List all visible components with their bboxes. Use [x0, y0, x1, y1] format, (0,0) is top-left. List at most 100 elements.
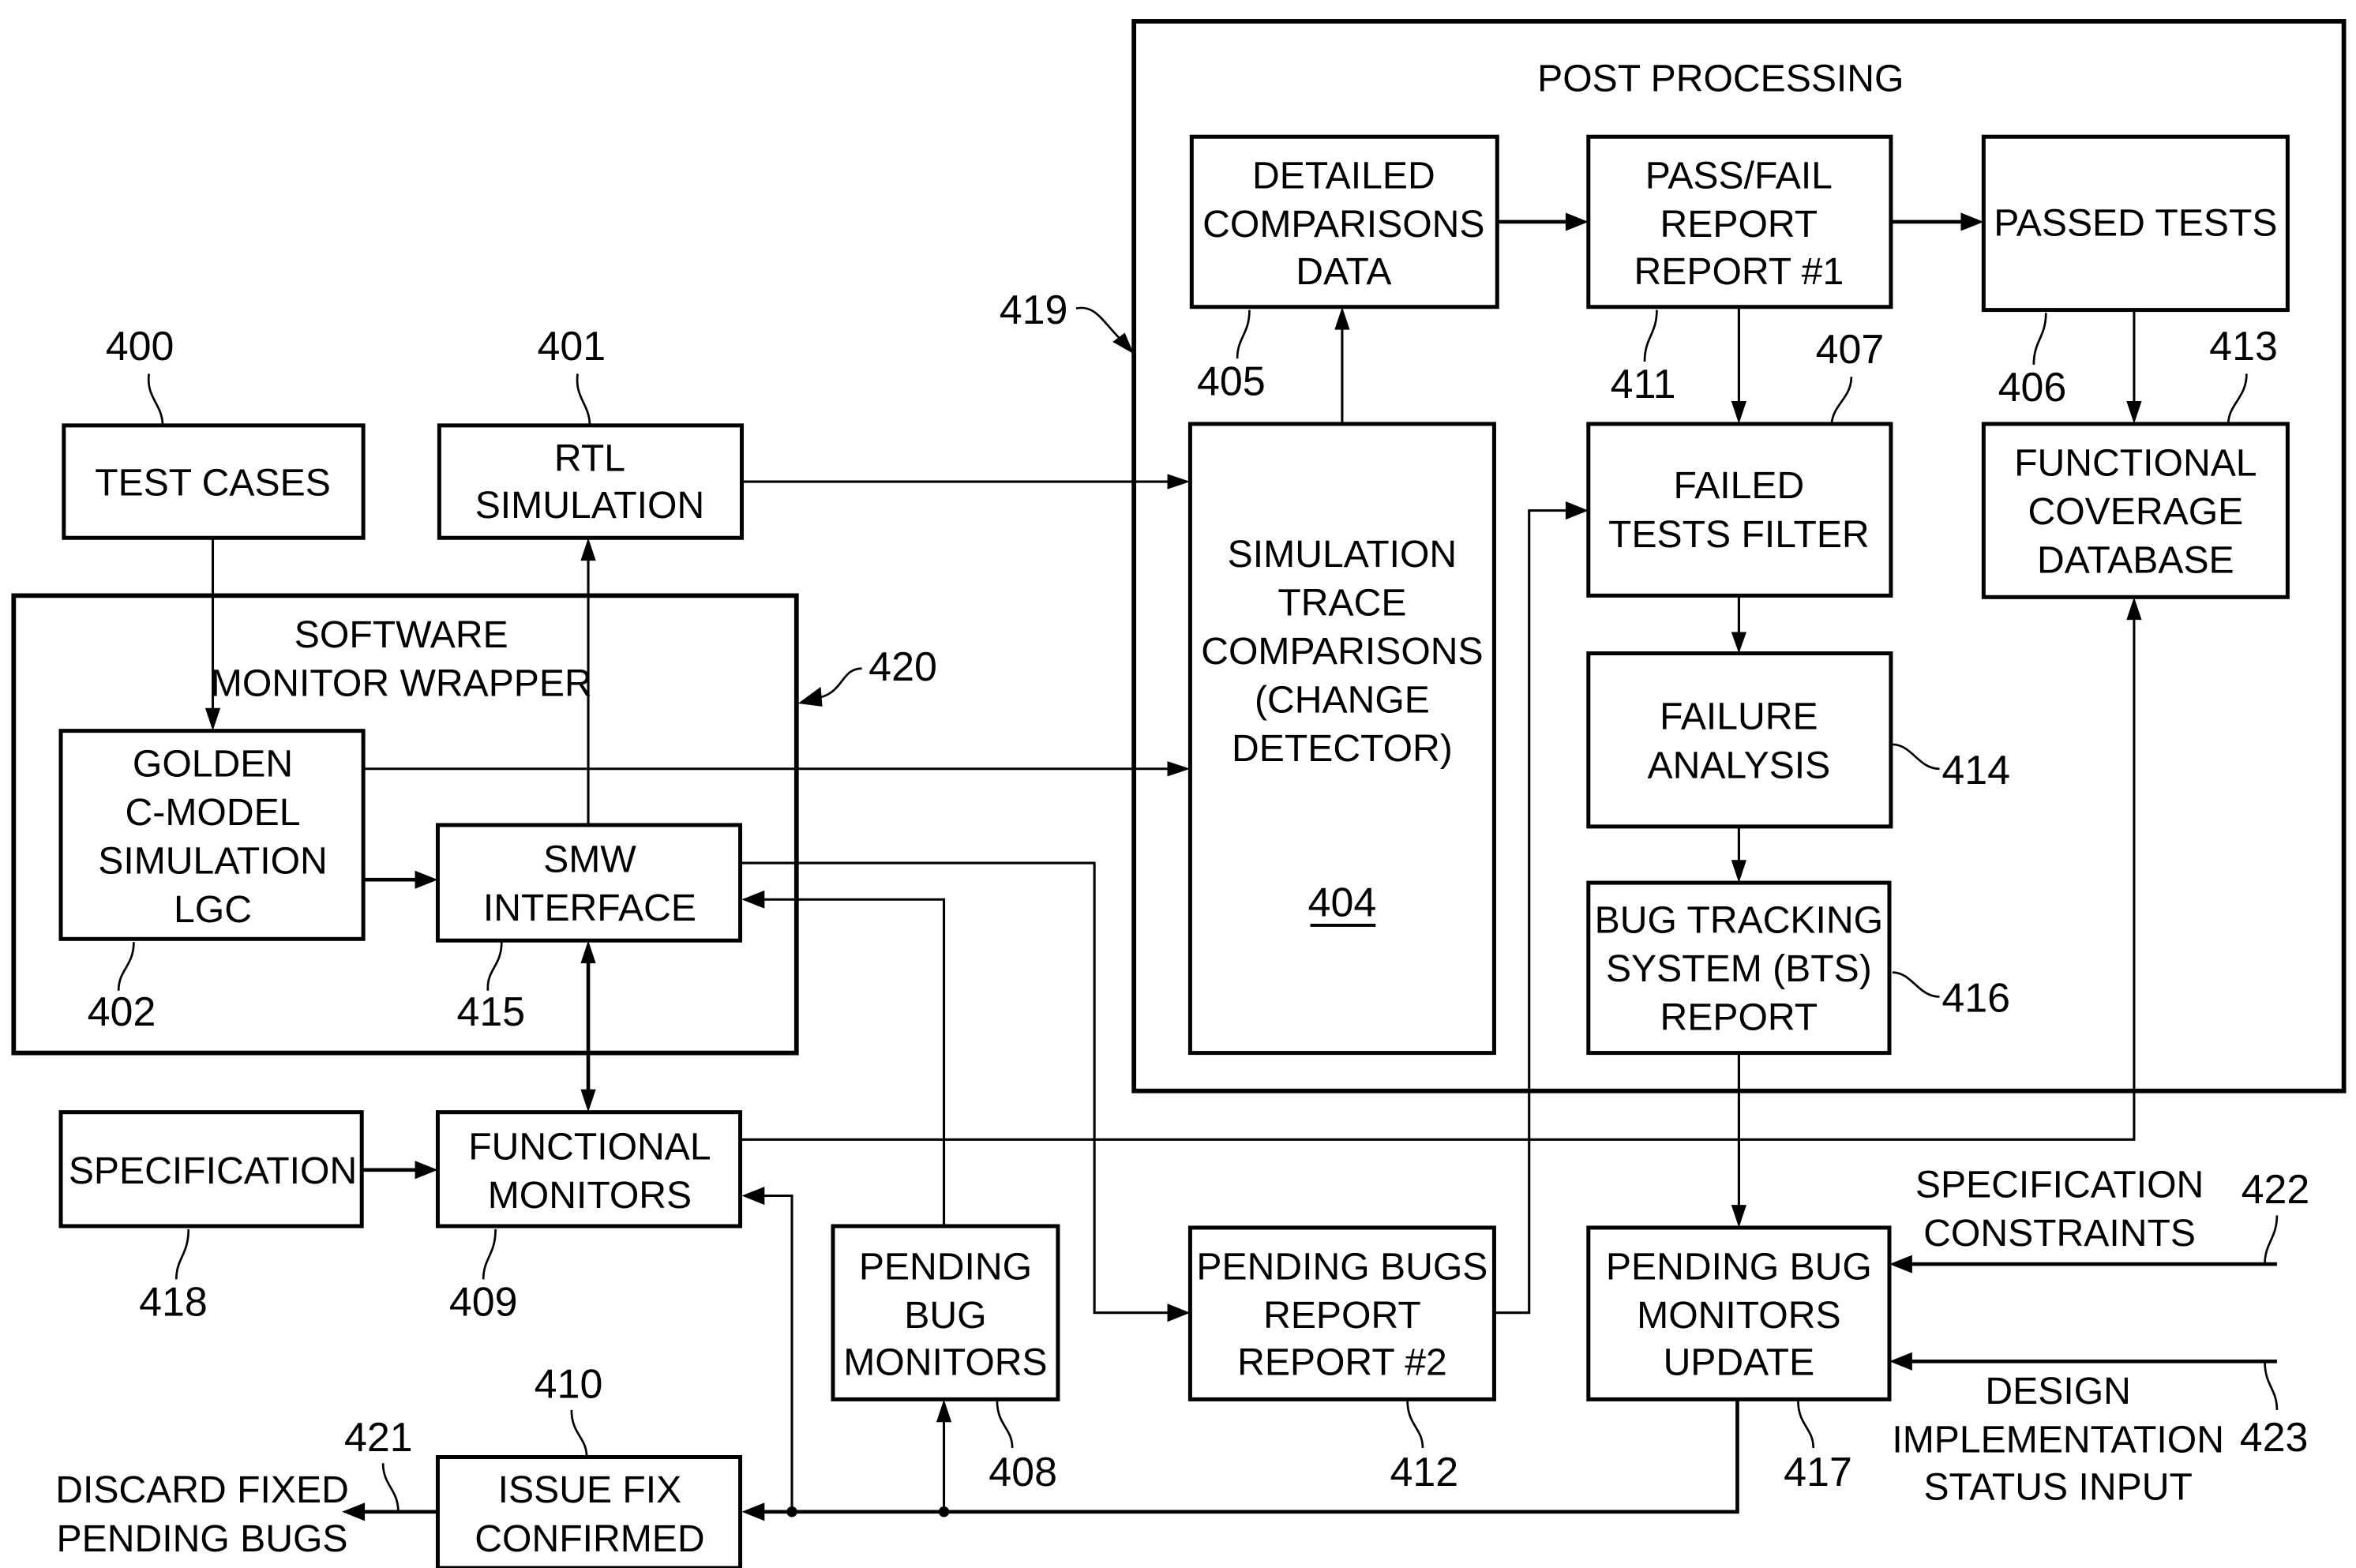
block-label: RTL — [554, 437, 625, 480]
block-pending-bug-monitors: PENDING BUG MONITORS 408 — [831, 1224, 1060, 1495]
block-label: COVERAGE — [2028, 490, 2243, 533]
arrowhead — [1731, 632, 1747, 654]
discard-label: DISCARD FIXED — [55, 1469, 349, 1511]
ref-400: 400 — [106, 324, 174, 369]
arrowhead — [415, 1161, 438, 1180]
block-issue-fix-confirmed: ISSUE FIX CONFIRMED 410 — [435, 1361, 743, 1568]
ref-leader — [570, 1409, 588, 1457]
ref-leader — [2264, 1215, 2279, 1265]
ref-402: 402 — [88, 989, 156, 1035]
design-status-label: IMPLEMENTATION — [1892, 1419, 2224, 1461]
ref-leader — [381, 1463, 400, 1512]
block-passed-tests: PASSED TESTS 406 413 — [1981, 134, 2290, 424]
ref-415: 415 — [456, 989, 525, 1035]
ref-414: 414 — [1941, 748, 2010, 793]
arrowhead — [1731, 1205, 1747, 1228]
external-design-status: DESIGN IMPLEMENTATION STATUS INPUT 423 — [1892, 1361, 2308, 1508]
ref-leader — [1236, 309, 1251, 359]
block-label: ISSUE FIX — [498, 1469, 682, 1511]
block-label: FUNCTIONAL — [468, 1125, 711, 1168]
block-label: ANALYSIS — [1647, 744, 1830, 786]
block-test-cases: TEST CASES 400 — [62, 324, 366, 540]
block-functional-coverage-db: FUNCTIONAL COVERAGE DATABASE — [1981, 422, 2290, 599]
arrowhead — [1731, 860, 1747, 883]
block-label: SIMULATION — [475, 484, 705, 527]
block-rtl-simulation: RTL SIMULATION 401 — [437, 324, 744, 540]
block-label: TESTS FILTER — [1608, 513, 1870, 556]
block-label: PENDING BUGS — [1196, 1245, 1488, 1288]
block-label: MONITORS — [488, 1174, 692, 1217]
ref-408: 408 — [989, 1450, 1057, 1495]
ref-416: 416 — [1941, 976, 2010, 1022]
external-discard: DISCARD FIXED PENDING BUGS 421 — [55, 1415, 412, 1560]
ref-leader — [174, 1229, 190, 1280]
ref-leader — [486, 942, 503, 991]
block-specification: SPECIFICATION 418 — [58, 1110, 364, 1326]
block-label: SIMULATION — [1228, 533, 1457, 576]
arrowhead — [1889, 1255, 1912, 1274]
ref-417: 417 — [1784, 1450, 1852, 1495]
block-label: FAILED — [1673, 464, 1804, 507]
ref-420: 420 — [868, 644, 937, 690]
arrowhead — [415, 870, 438, 889]
block-label: PENDING BUG — [1606, 1245, 1872, 1288]
block-label: CONFIRMED — [475, 1517, 704, 1560]
ref-404: 404 — [1308, 880, 1377, 925]
post-processing-title: POST PROCESSING — [1537, 57, 1904, 99]
arrowhead — [1731, 401, 1747, 424]
block-detailed-comparisons: DETAILED COMPARISONS DATA 405 — [1189, 134, 1499, 404]
arrowhead — [2126, 597, 2142, 621]
ref-420-arrowhead — [797, 686, 823, 707]
arrowhead — [741, 1186, 765, 1206]
ref-401: 401 — [538, 324, 606, 369]
arrowhead — [1565, 212, 1589, 231]
block-label: PASS/FAIL — [1645, 155, 1833, 197]
ref-410: 410 — [535, 1361, 603, 1407]
ref-leader — [576, 373, 591, 426]
block-label: BUG — [904, 1294, 986, 1337]
spec-constraints-label: SPECIFICATION — [1915, 1163, 2204, 1206]
block-label: FUNCTIONAL — [2014, 441, 2257, 484]
ref-leader — [1892, 971, 1940, 998]
block-label: COMPARISONS — [1201, 630, 1483, 673]
block-label: DETECTOR) — [1232, 727, 1453, 770]
block-failed-tests-filter: FAILED TESTS FILTER — [1586, 422, 1893, 598]
ref-412: 412 — [1390, 1450, 1459, 1495]
arrowhead — [741, 1502, 765, 1521]
block-label: MONITORS — [843, 1341, 1047, 1384]
smw-title-line2: MONITOR WRAPPER — [211, 662, 592, 704]
arrowhead — [1167, 474, 1191, 490]
block-label: DATA — [1296, 250, 1391, 293]
ref-leader — [2032, 313, 2047, 365]
ref-405: 405 — [1197, 358, 1266, 404]
block-simulation-trace: SIMULATION TRACE COMPARISONS (CHANGE DET… — [1187, 422, 1496, 1056]
block-label: PASSED TESTS — [1994, 201, 2277, 244]
block-label: TEST CASES — [95, 461, 331, 504]
ref-421: 421 — [344, 1415, 413, 1461]
arrowhead — [580, 1089, 596, 1112]
block-label: LGC — [174, 888, 252, 931]
edge-bus-functional — [758, 1194, 793, 1512]
block-label: SPECIFICATION — [69, 1150, 357, 1192]
block-label: DATABASE — [2037, 539, 2234, 582]
block-label: REPORT — [1660, 996, 1818, 1039]
block-golden-c-model: GOLDEN C-MODEL SIMULATION LGC 402 — [58, 729, 366, 1035]
design-status-label: STATUS INPUT — [1923, 1465, 2192, 1508]
block-bts-report: BUG TRACKING SYSTEM (BTS) REPORT 416 — [1586, 880, 2010, 1056]
block-label: UPDATE — [1664, 1341, 1815, 1384]
arrowhead — [2126, 401, 2142, 424]
spec-constraints-label: CONSTRAINTS — [1923, 1212, 2196, 1255]
block-label: REPORT #2 — [1237, 1341, 1447, 1384]
ref-leader — [2227, 373, 2248, 424]
block-functional-monitors: FUNCTIONAL MONITORS 409 — [435, 1110, 743, 1326]
block-label: SMW — [543, 838, 636, 881]
ref-leader — [1830, 377, 1853, 425]
arrowhead — [1565, 501, 1589, 520]
ref-422: 422 — [2242, 1167, 2310, 1213]
arrowhead — [741, 890, 765, 909]
arrowhead — [1167, 761, 1191, 777]
block-label: REPORT — [1263, 1294, 1421, 1337]
design-status-label: DESIGN — [1985, 1370, 2130, 1412]
block-label: SYSTEM (BTS) — [1606, 947, 1872, 990]
ref-leader — [1892, 743, 1940, 771]
